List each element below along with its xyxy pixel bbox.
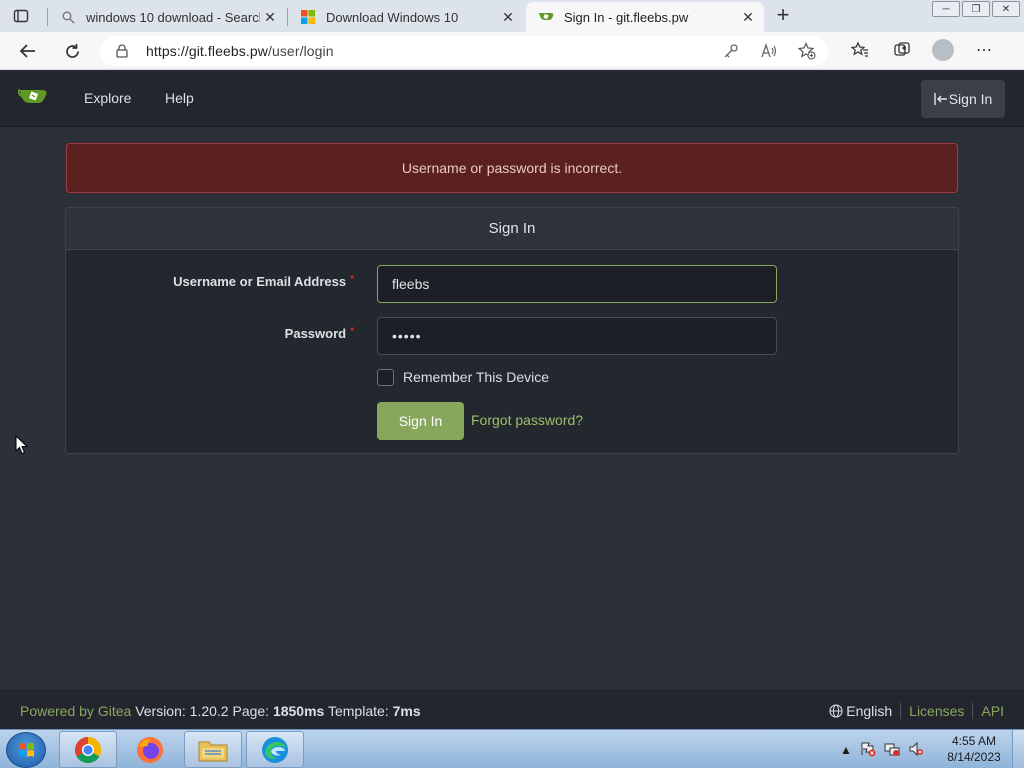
api-link[interactable]: API	[981, 703, 1004, 719]
tab-download-windows[interactable]: Download Windows 10 ✕	[288, 2, 524, 32]
close-tab-icon[interactable]: ✕	[738, 7, 758, 27]
sign-in-card: Sign In Username or Email Address * fleeb…	[65, 207, 959, 454]
header-sign-in-button[interactable]: Sign In	[921, 80, 1005, 118]
url-host: https://git.fleebs.pw	[146, 43, 268, 59]
start-button[interactable]	[6, 732, 46, 768]
nav-explore[interactable]: Explore	[84, 90, 131, 106]
language-selector[interactable]: English	[846, 703, 892, 719]
microsoft-logo-icon	[300, 9, 316, 25]
file-explorer-icon[interactable]	[184, 731, 242, 768]
action-center-icon[interactable]	[860, 741, 876, 760]
template-text: Template:	[327, 703, 389, 719]
show-desktop-button[interactable]	[1012, 730, 1024, 768]
nav-help[interactable]: Help	[165, 90, 194, 106]
sign-in-icon	[934, 92, 948, 106]
close-tab-icon[interactable]: ✕	[260, 7, 280, 27]
system-tray: ▲	[840, 732, 924, 768]
add-favorite-icon[interactable]	[798, 42, 816, 60]
address-bar-actions	[722, 42, 816, 60]
sign-in-button[interactable]: Sign In	[377, 402, 464, 440]
gitea-logo-icon	[538, 9, 554, 25]
clock-date: 8/14/2023	[947, 750, 1001, 764]
sign-in-button-label: Sign In	[398, 413, 443, 429]
sign-in-card-title: Sign In	[66, 208, 958, 250]
template-time: 7ms	[392, 703, 421, 719]
password-value: •••••	[392, 328, 422, 344]
profile-avatar[interactable]	[932, 39, 954, 61]
tab-sign-in[interactable]: Sign In - git.fleebs.pw ✕	[526, 2, 764, 32]
network-icon[interactable]	[884, 741, 900, 760]
footer-info: Powered by Gitea Version: 1.20.2 Page: 1…	[20, 703, 421, 719]
show-hidden-icons-icon[interactable]: ▲	[840, 743, 852, 757]
system-clock[interactable]: 4:55 AM 8/14/2023	[944, 733, 1004, 765]
read-aloud-icon[interactable]	[760, 42, 778, 60]
required-marker: *	[350, 274, 354, 285]
chrome-icon[interactable]	[59, 731, 117, 768]
site-header: Explore Help Sign In	[0, 71, 1024, 127]
username-label-text: Username or Email Address	[173, 274, 347, 289]
url-text: https://git.fleebs.pw/user/login	[146, 43, 334, 59]
volume-icon[interactable]	[908, 741, 924, 760]
lock-icon[interactable]	[116, 44, 130, 58]
main-content: Username or password is incorrect. Sign …	[0, 128, 1024, 690]
page-time: 1850ms	[272, 703, 325, 719]
tab-search[interactable]: windows 10 download - Search ✕	[48, 2, 286, 32]
mouse-cursor-icon	[15, 434, 29, 455]
restore-icon[interactable]: ❐	[962, 1, 990, 17]
browser-tools: ⋯	[848, 38, 996, 62]
password-input[interactable]: •••••	[377, 317, 777, 355]
search-icon	[60, 9, 76, 25]
forgot-password-link[interactable]: Forgot password?	[471, 412, 583, 428]
firefox-icon[interactable]	[121, 731, 179, 768]
powered-by-link[interactable]: Powered by Gitea	[20, 703, 131, 719]
version-text: Version: 1.20.2 Page:	[135, 703, 270, 719]
window-controls: ─ ❐ ✕	[930, 1, 1020, 17]
address-bar[interactable]: https://git.fleebs.pw/user/login	[100, 36, 828, 66]
site-footer: Powered by Gitea Version: 1.20.2 Page: 1…	[0, 690, 1024, 729]
browser-toolbar: https://git.fleebs.pw/user/login ⋯	[0, 32, 1024, 70]
licenses-link[interactable]: Licenses	[909, 703, 964, 719]
remember-device-checkbox[interactable]	[377, 369, 394, 386]
tab-title: Download Windows 10	[326, 9, 459, 25]
required-marker: *	[350, 326, 354, 337]
divider	[972, 703, 974, 719]
refresh-icon[interactable]	[59, 38, 85, 64]
globe-icon	[829, 704, 843, 718]
tab-actions-icon[interactable]	[10, 6, 32, 26]
divider	[900, 703, 902, 719]
tab-title: Sign In - git.fleebs.pw	[564, 9, 689, 25]
username-input[interactable]: fleebs	[377, 265, 777, 303]
header-sign-in-label: Sign In	[948, 91, 993, 107]
close-window-icon[interactable]: ✕	[992, 1, 1020, 17]
error-message: Username or password is incorrect.	[401, 160, 623, 176]
more-options-icon[interactable]: ⋯	[972, 38, 996, 62]
tab-title: windows 10 download - Search	[86, 9, 260, 25]
url-path: /user/login	[267, 43, 334, 59]
clock-time: 4:55 AM	[951, 734, 997, 748]
new-tab-icon[interactable]: +	[772, 4, 794, 27]
browser-tab-strip: windows 10 download - Search ✕ Download …	[0, 0, 1024, 32]
favorites-icon[interactable]	[848, 38, 872, 62]
back-icon[interactable]	[15, 38, 41, 64]
close-tab-icon[interactable]: ✕	[498, 7, 518, 27]
error-alert: Username or password is incorrect.	[66, 143, 958, 193]
key-icon[interactable]	[722, 42, 740, 60]
edge-icon[interactable]	[246, 731, 304, 768]
minimize-icon[interactable]: ─	[932, 1, 960, 17]
password-label-text: Password	[284, 326, 347, 341]
password-label: Password *	[285, 326, 354, 341]
windows-taskbar: ▲ 4:55 AM 8/14/2023	[0, 729, 1024, 768]
page-title: Sign In	[488, 220, 536, 237]
username-label: Username or Email Address *	[173, 274, 354, 289]
gitea-logo-icon[interactable]	[17, 85, 48, 111]
username-value: fleebs	[392, 276, 430, 292]
remember-device-label[interactable]: Remember This Device	[403, 369, 549, 385]
collections-icon[interactable]	[890, 38, 914, 62]
footer-links: English Licenses API	[829, 703, 1004, 719]
